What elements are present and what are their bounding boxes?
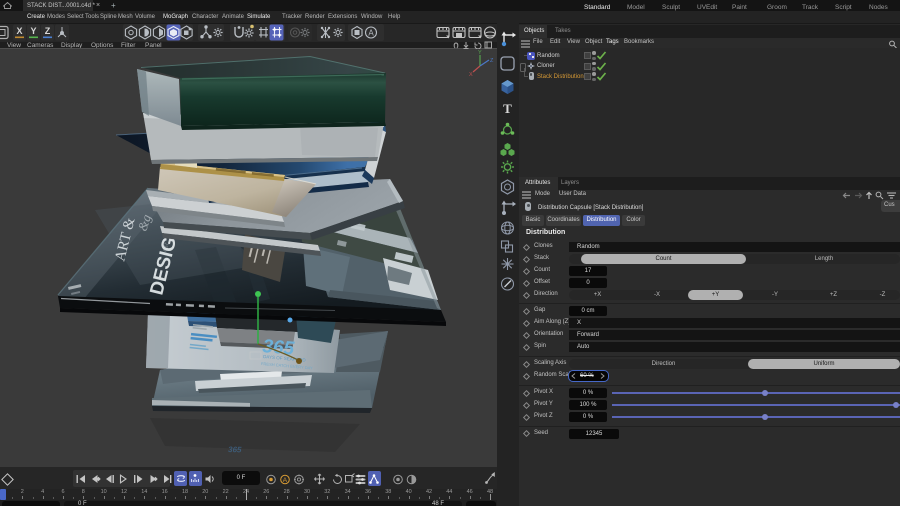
svg-text:Y: Y: [478, 50, 482, 56]
svg-text:Y: Y: [30, 26, 36, 36]
svg-text:365: 365: [228, 445, 242, 454]
svg-text:X: X: [16, 26, 22, 36]
svg-text:T: T: [503, 101, 512, 116]
svg-text:Z: Z: [45, 26, 51, 36]
svg-text:A: A: [283, 477, 288, 484]
svg-text:X: X: [469, 72, 473, 78]
svg-text:Z: Z: [490, 58, 494, 64]
svg-text:A: A: [368, 29, 374, 38]
